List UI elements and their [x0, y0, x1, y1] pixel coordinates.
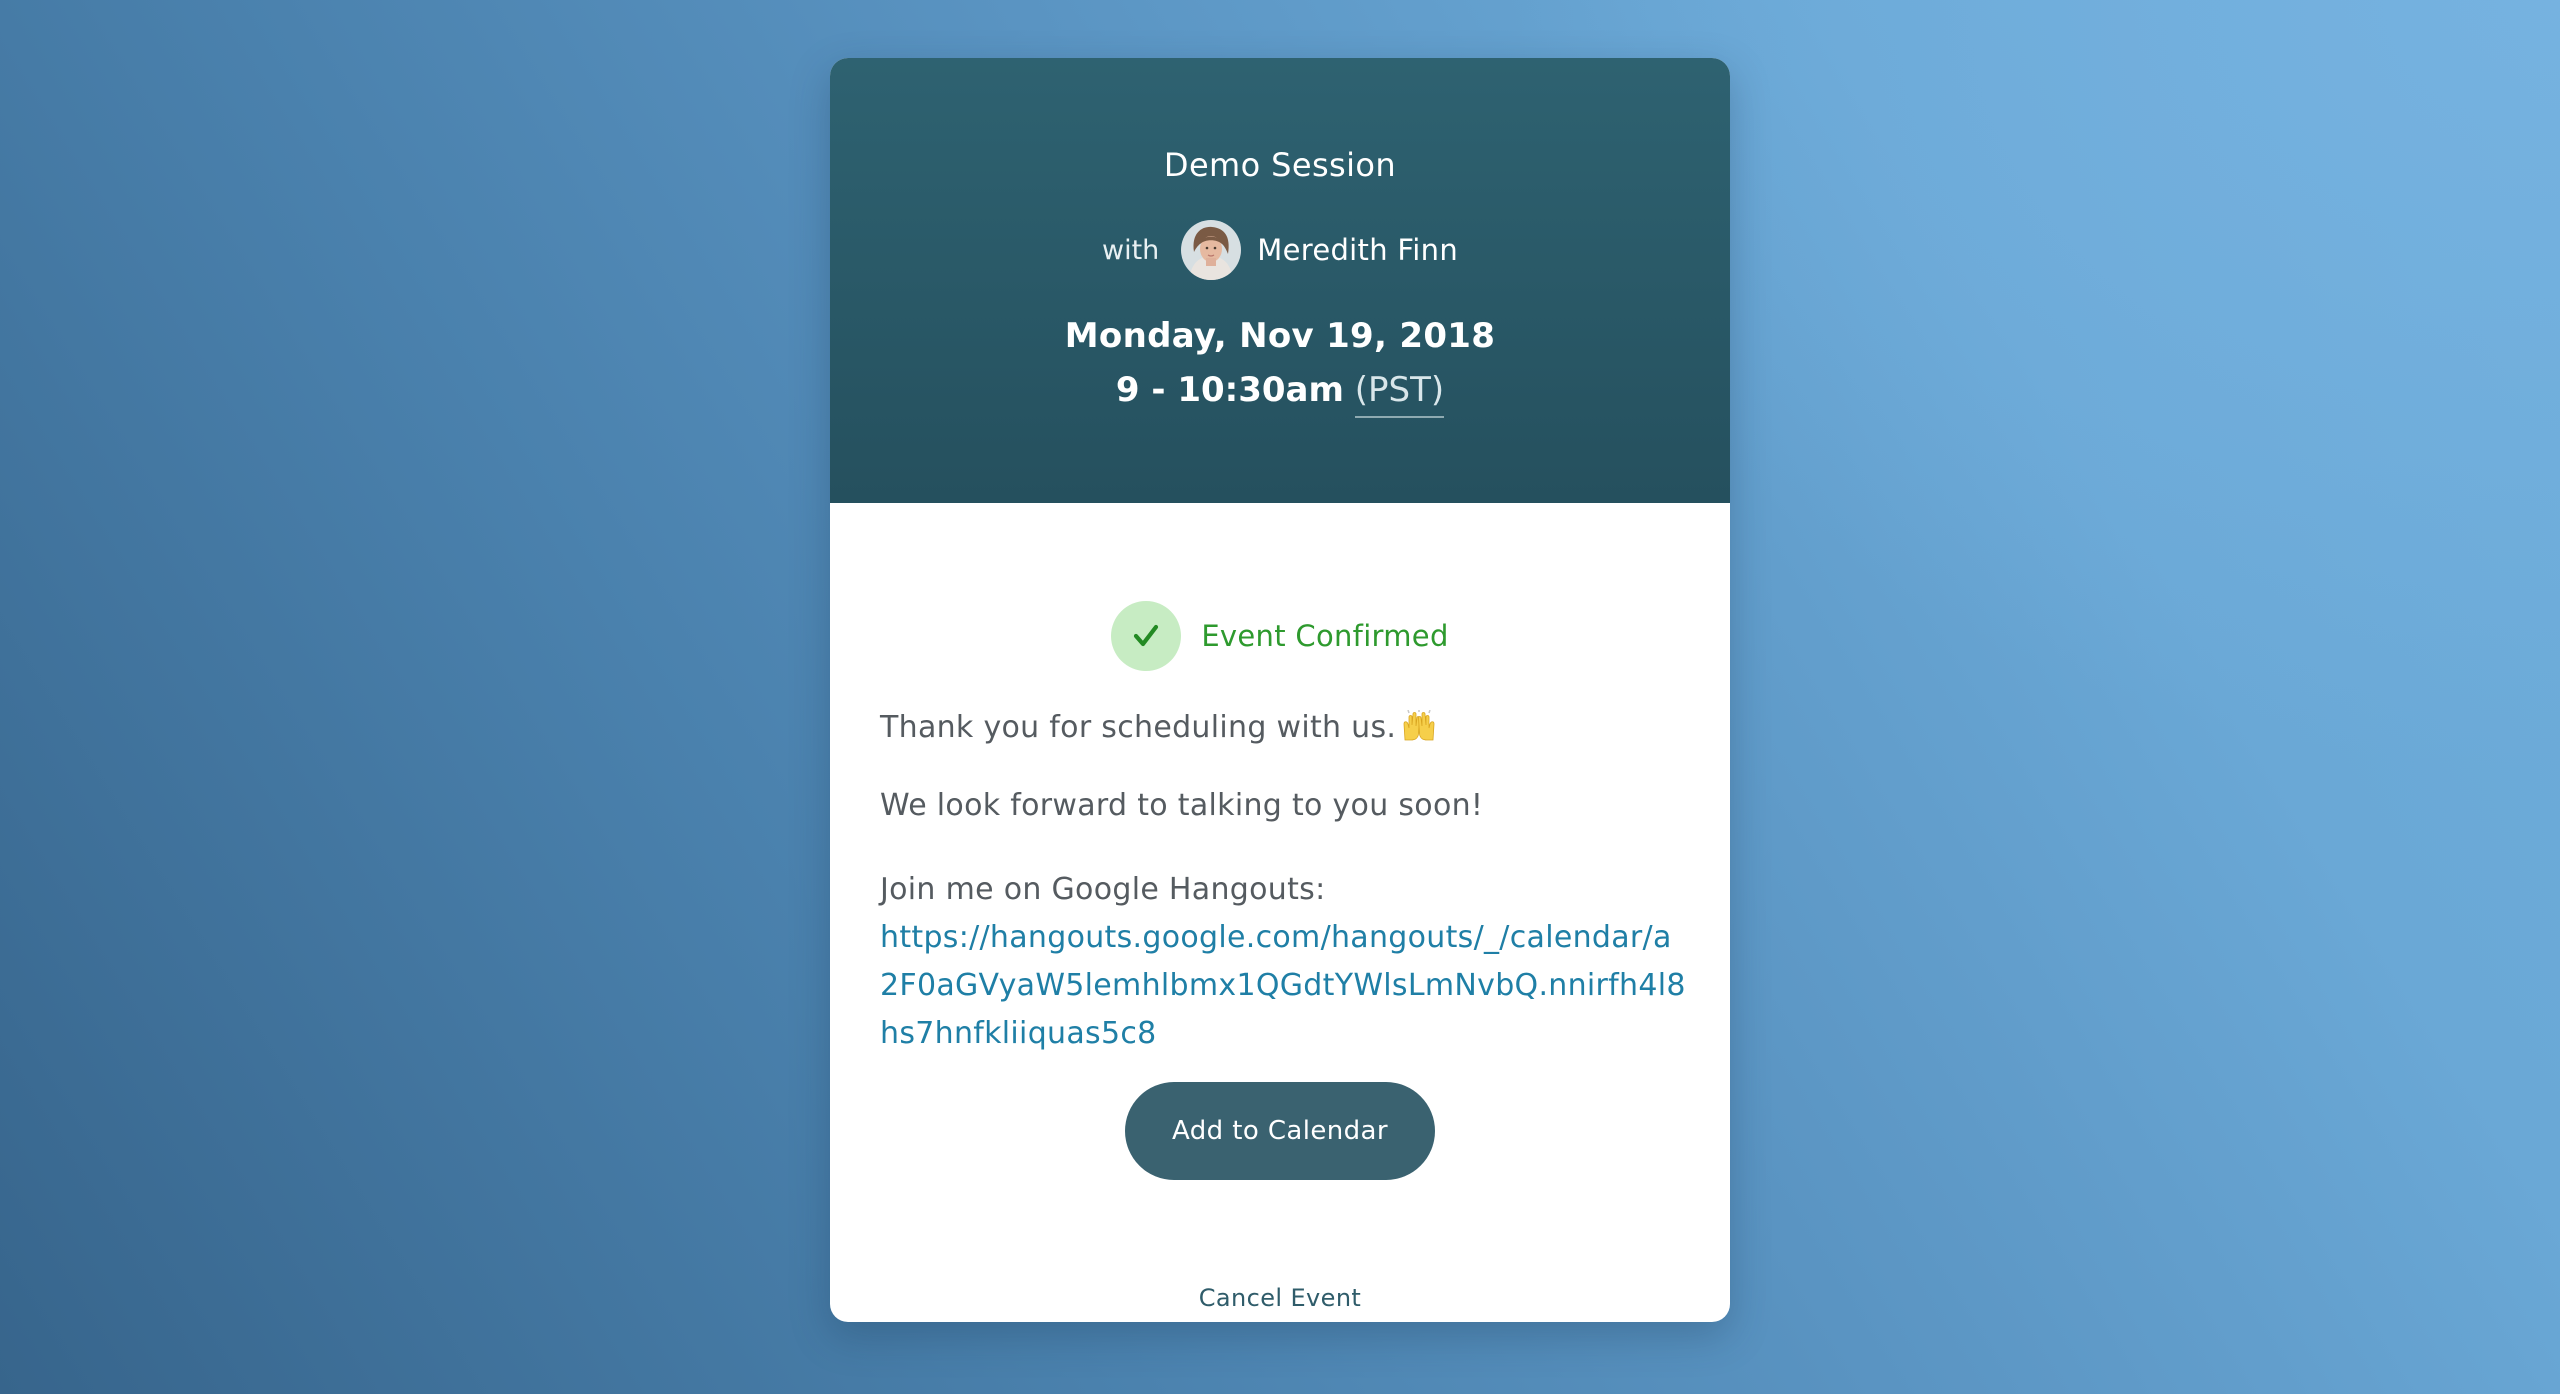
followup-message: We look forward to talking to you soon! — [880, 788, 1484, 823]
hangouts-label: Join me on Google Hangouts: — [880, 872, 1326, 907]
event-time: 9 - 10:30am — [1115, 370, 1344, 410]
event-header: Demo Session with Meredith Finn Monday, … — [830, 58, 1730, 503]
event-title: Demo Session — [1163, 146, 1397, 184]
event-date: Monday, Nov 19, 2018 — [1064, 316, 1496, 356]
avatar — [1181, 220, 1242, 280]
cancel-event-link[interactable]: Cancel Event — [1199, 1284, 1362, 1312]
timezone-selector[interactable]: (PST) — [1354, 370, 1445, 418]
confirmation-status: Event Confirmed — [830, 601, 1730, 671]
raised-hands-icon — [1403, 710, 1435, 741]
host-row: with Meredith Finn — [830, 220, 1730, 280]
add-to-calendar-button[interactable]: Add to Calendar — [1125, 1082, 1435, 1180]
check-icon — [1134, 624, 1159, 647]
with-label: with — [1101, 234, 1160, 266]
event-time-row: 9 - 10:30am (PST) — [830, 370, 1730, 418]
host-name: Meredith Finn — [1257, 233, 1458, 267]
booking-confirmation-card: Demo Session with Meredith Finn Monday, … — [830, 58, 1730, 1322]
thank-you-text: Thank you for scheduling with us. — [880, 710, 1397, 745]
cancel-event-row: Cancel Event — [830, 1284, 1730, 1312]
hangouts-link[interactable]: https://hangouts.google.com/hangouts/_/c… — [880, 914, 1690, 1058]
thank-you-message: Thank you for scheduling with us. — [880, 710, 1690, 745]
confirmation-badge — [1111, 601, 1182, 671]
hangouts-info: Join me on Google Hangouts: https://hang… — [880, 866, 1690, 1058]
confirmation-text: Event Confirmed — [1201, 619, 1449, 653]
